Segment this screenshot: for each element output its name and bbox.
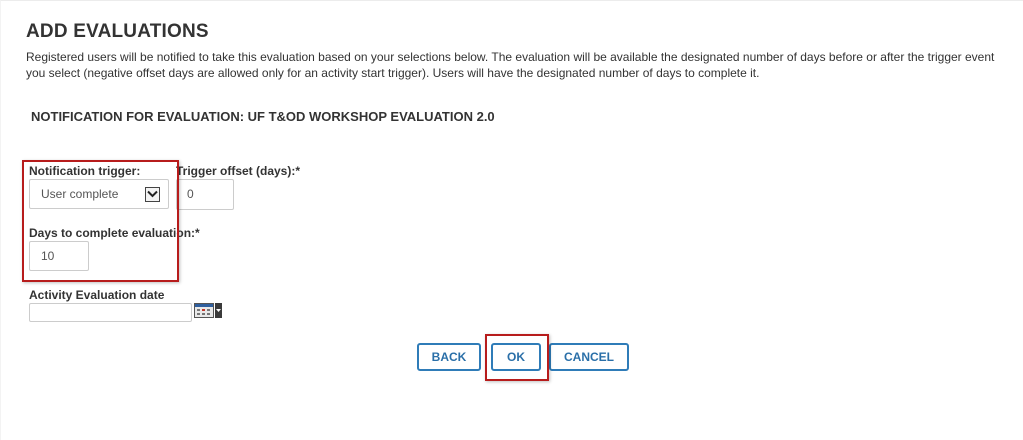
calendar-picker-button[interactable] [194,303,222,323]
evaluation-subtitle: NOTIFICATION FOR EVALUATION: UF T&OD WOR… [31,109,495,124]
ok-button[interactable]: OK [491,343,541,371]
back-button[interactable]: BACK [417,343,481,371]
activity-evaluation-date-input[interactable] [29,303,192,322]
calendar-dropdown-icon [215,303,222,323]
add-evaluations-panel: ADD EVALUATIONS Registered users will be… [0,0,1023,440]
page-title: ADD EVALUATIONS [26,21,209,42]
cancel-button[interactable]: CANCEL [549,343,629,371]
notification-trigger-value: User complete [41,187,119,201]
days-to-complete-label: Days to complete evaluation:* [29,226,200,240]
calendar-icon [194,303,214,323]
activity-evaluation-date-label: Activity Evaluation date [29,288,165,302]
notification-trigger-select[interactable]: User complete [29,179,169,209]
chevron-down-icon[interactable] [145,186,160,202]
days-to-complete-input[interactable]: 10 [29,241,89,271]
trigger-offset-input[interactable]: 0 [176,179,234,210]
trigger-offset-label: Trigger offset (days):* [176,164,301,178]
notification-trigger-label: Notification trigger: [29,164,141,178]
intro-text: Registered users will be notified to tak… [26,50,995,80]
